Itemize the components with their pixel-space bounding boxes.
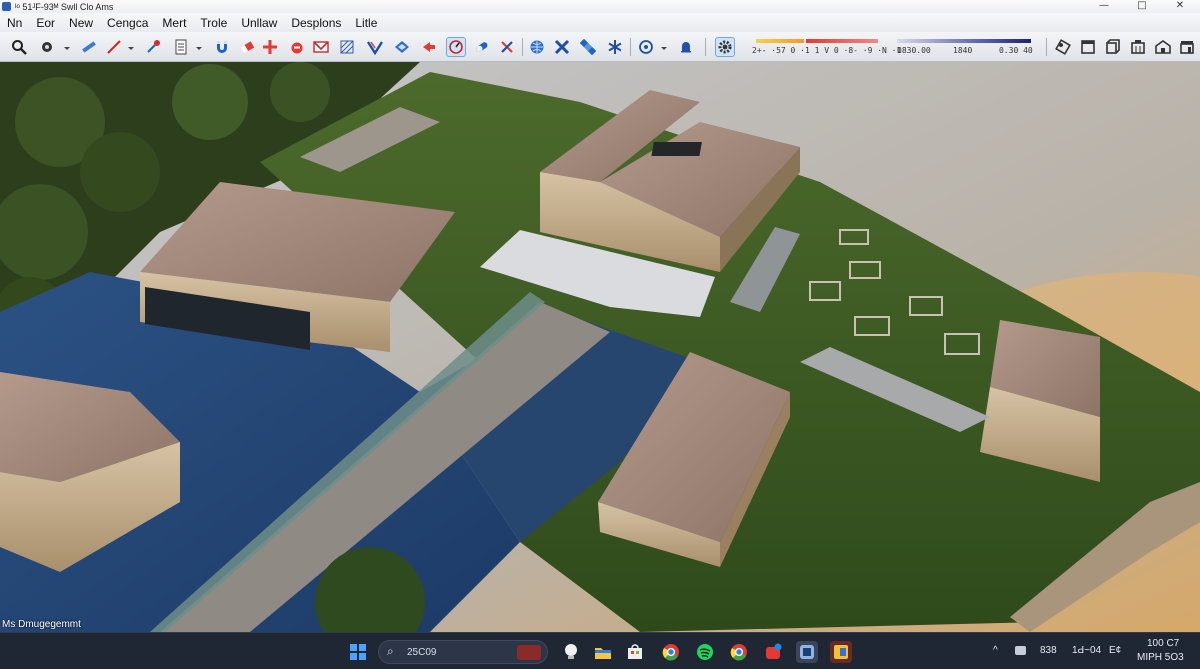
pen-icon[interactable] bbox=[104, 37, 124, 57]
taskbar: ⌕ 25C09 ^ 838 1Ԁ~04 E¢ 100 C7 MIPH 5O3 bbox=[0, 632, 1200, 669]
orbit-icon[interactable] bbox=[37, 37, 57, 57]
store-icon[interactable] bbox=[624, 641, 646, 663]
search-icon: ⌕ bbox=[387, 644, 394, 658]
menu-bar: Nn Eor New Cengca Mert Trole Unllaw Desp… bbox=[0, 13, 1200, 32]
add-icon[interactable] bbox=[260, 37, 280, 57]
magnet-icon[interactable] bbox=[212, 37, 232, 57]
menu-item-nn[interactable]: Nn bbox=[7, 16, 22, 30]
shop-icon[interactable] bbox=[1177, 37, 1197, 57]
cross-axes-icon[interactable] bbox=[552, 37, 572, 57]
warm-scale-bar-red bbox=[806, 39, 878, 43]
measure-icon[interactable] bbox=[79, 37, 99, 57]
toolbar: 2+- ·57 0 ·1 1 V 0 ·8- ·9 ·N ·1 0830.00 … bbox=[0, 32, 1200, 62]
search-highlight-icon bbox=[517, 645, 541, 660]
section-cut-icon[interactable] bbox=[365, 37, 385, 57]
warehouse-icon[interactable] bbox=[1153, 37, 1173, 57]
document-dropdown-icon[interactable] bbox=[196, 47, 202, 51]
tray-temperature: 838 bbox=[1040, 645, 1057, 656]
components-icon[interactable] bbox=[578, 37, 598, 57]
sketchup-app-icon[interactable] bbox=[796, 641, 818, 663]
menu-item-eor[interactable]: Eor bbox=[36, 16, 55, 30]
windows-start-icon[interactable] bbox=[347, 641, 369, 663]
tray-battery: E¢ bbox=[1109, 645, 1122, 656]
tray-chevron-icon[interactable]: ^ bbox=[993, 645, 998, 656]
warm-color-scale: 2+- ·57 0 ·1 1 V 0 ·8- ·9 ·N ·1 bbox=[752, 36, 901, 58]
menu-item-litle[interactable]: Litle bbox=[355, 16, 377, 30]
window-title: ᴵᵒ 51ᴶF-93ᴹ Swll Clo Ams bbox=[15, 1, 114, 12]
chrome-icon[interactable] bbox=[660, 641, 682, 663]
warm-scale-bar-yellow bbox=[756, 39, 804, 43]
tape-icon[interactable] bbox=[472, 37, 492, 57]
toolbar-separator bbox=[1046, 38, 1047, 56]
toolbar-separator bbox=[522, 38, 523, 56]
aerial-scene bbox=[0, 62, 1200, 632]
document-icon[interactable] bbox=[171, 37, 191, 57]
pen-dropdown-icon[interactable] bbox=[128, 47, 134, 51]
building-icon[interactable] bbox=[1128, 37, 1148, 57]
settings-gear-icon[interactable] bbox=[715, 37, 735, 57]
title-bar: ᴵᵒ 51ᴶF-93ᴹ Swll Clo Ams — □ ✕ bbox=[0, 0, 1200, 13]
cool-scale-bar bbox=[897, 39, 1031, 43]
active-app-icon[interactable] bbox=[830, 641, 852, 663]
search-input[interactable]: 25C09 bbox=[407, 647, 436, 658]
orbit-dropdown-icon[interactable] bbox=[64, 47, 70, 51]
cool-color-scale: 0830.00 1840 0.30 40 bbox=[895, 36, 1035, 58]
target-dropdown-icon[interactable] bbox=[661, 47, 667, 51]
mail-icon[interactable] bbox=[311, 37, 331, 57]
tray-date[interactable]: MIPH 5O3 bbox=[1137, 652, 1184, 663]
spotify-icon[interactable] bbox=[694, 641, 716, 663]
globe-icon[interactable] bbox=[527, 37, 547, 57]
eraser-icon[interactable] bbox=[237, 37, 257, 57]
follow-me-icon[interactable] bbox=[419, 37, 439, 57]
tray-clock-short: 1Ԁ~04 bbox=[1072, 645, 1102, 656]
paint-icon[interactable] bbox=[287, 37, 307, 57]
lightbulb-icon[interactable] bbox=[560, 641, 582, 663]
snowflake-icon[interactable] bbox=[605, 37, 625, 57]
cool-scale-mid-label: 1840 bbox=[953, 46, 973, 55]
bell-icon[interactable] bbox=[676, 37, 696, 57]
target-icon[interactable] bbox=[636, 37, 656, 57]
menu-item-new[interactable]: New bbox=[69, 16, 93, 30]
tree bbox=[80, 132, 160, 212]
notification-app-icon[interactable] bbox=[762, 641, 784, 663]
viewport-status-text: Ms Dmugegemmt bbox=[2, 619, 81, 630]
rotate-icon[interactable] bbox=[446, 37, 466, 57]
tray-time[interactable]: 100 C7 bbox=[1147, 638, 1179, 649]
toolbar-separator bbox=[705, 38, 706, 56]
warm-scale-label: 2+- ·57 0 ·1 1 V 0 ·8- ·9 ·N ·1 bbox=[752, 46, 902, 55]
file-explorer-icon[interactable] bbox=[592, 641, 614, 663]
style-brush-icon[interactable] bbox=[1053, 37, 1073, 57]
network-icon[interactable] bbox=[1015, 646, 1026, 655]
menu-item-desplons[interactable]: Desplons bbox=[291, 16, 341, 30]
tree bbox=[270, 62, 330, 122]
menu-item-unllaw[interactable]: Unllaw bbox=[241, 16, 277, 30]
eyedropper-icon[interactable] bbox=[143, 37, 163, 57]
menu-item-mert[interactable]: Mert bbox=[162, 16, 186, 30]
minimize-button[interactable]: — bbox=[1086, 0, 1122, 13]
toolbar-separator bbox=[630, 38, 631, 56]
zoom-icon[interactable] bbox=[9, 37, 29, 57]
menu-item-trole[interactable]: Trole bbox=[200, 16, 227, 30]
app-icon bbox=[2, 2, 11, 11]
chrome-icon-2[interactable] bbox=[728, 641, 750, 663]
hatch-icon[interactable] bbox=[337, 37, 357, 57]
cool-scale-end-label: 0.30 40 bbox=[999, 46, 1033, 55]
tree bbox=[172, 64, 248, 140]
menu-item-cengca[interactable]: Cengca bbox=[107, 16, 148, 30]
delete-icon[interactable] bbox=[497, 37, 517, 57]
close-button[interactable]: ✕ bbox=[1162, 0, 1198, 13]
rooflight bbox=[651, 142, 702, 156]
view-plane-icon[interactable] bbox=[392, 37, 412, 57]
cool-scale-start-label: 0830.00 bbox=[897, 46, 931, 55]
3d-viewport[interactable]: Ms Dmugegemmt bbox=[0, 62, 1200, 632]
taskbar-search[interactable]: ⌕ 25C09 bbox=[378, 640, 548, 664]
iso-view-icon[interactable] bbox=[1103, 37, 1123, 57]
maximize-button[interactable]: □ bbox=[1124, 0, 1160, 13]
front-view-icon[interactable] bbox=[1078, 37, 1098, 57]
